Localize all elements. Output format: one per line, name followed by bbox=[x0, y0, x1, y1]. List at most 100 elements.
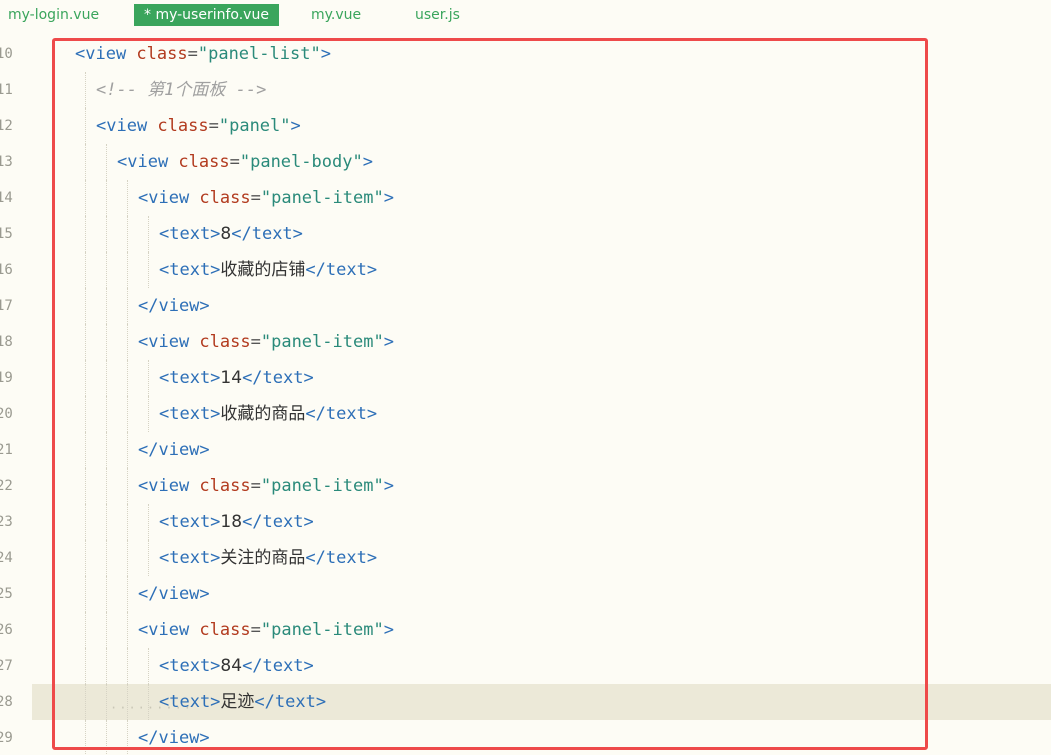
tab-my-login[interactable]: my-login.vue bbox=[8, 4, 99, 26]
code-text: <view class="panel-list"> bbox=[75, 36, 331, 72]
line-number: 28 bbox=[0, 694, 13, 710]
tab-user-js[interactable]: user.js bbox=[415, 4, 460, 26]
token-str: "panel-item" bbox=[260, 188, 384, 208]
token-tag: <view bbox=[138, 332, 200, 352]
token-str: "panel-item" bbox=[260, 332, 384, 352]
code-line[interactable]: 15 <text>8</text> bbox=[0, 216, 1051, 252]
indent-guide bbox=[127, 216, 128, 252]
token-attr: class bbox=[199, 620, 251, 640]
indent-guide bbox=[85, 252, 86, 288]
token-tag: <view bbox=[117, 152, 179, 172]
code-line[interactable]: 12 <view class="panel"> bbox=[0, 108, 1051, 144]
code-text: </view> bbox=[138, 576, 210, 612]
indent-guide bbox=[148, 360, 149, 396]
code-line[interactable]: 13 <view class="panel-body"> bbox=[0, 144, 1051, 180]
code-text: <text>8</text> bbox=[159, 216, 303, 252]
code-line[interactable]: 25 </view> bbox=[0, 576, 1051, 612]
code-text: <text>18</text> bbox=[159, 504, 314, 540]
token-txt: 84 bbox=[220, 656, 243, 676]
code-line[interactable]: 26 <view class="panel-item"> bbox=[0, 612, 1051, 648]
indent-guide bbox=[85, 504, 86, 540]
line-number: 11 bbox=[0, 82, 13, 98]
token-txt: 18 bbox=[220, 512, 243, 532]
indent-guide bbox=[106, 432, 107, 468]
token-tag: <view bbox=[138, 620, 200, 640]
token-tag: <view bbox=[96, 116, 158, 136]
indent-guide bbox=[106, 648, 107, 684]
code-line[interactable]: 11 <!-- 第1个面板 --> bbox=[0, 72, 1051, 108]
code-line[interactable]: 24 <text>关注的商品</text> bbox=[0, 540, 1051, 576]
line-number: 25 bbox=[0, 586, 13, 602]
token-attr: class bbox=[157, 116, 209, 136]
line-number: 16 bbox=[0, 262, 13, 278]
token-eq: = bbox=[229, 152, 240, 172]
indent-guide bbox=[85, 720, 86, 755]
code-text: <text>84</text> bbox=[159, 648, 314, 684]
indent-guide bbox=[85, 396, 86, 432]
indent-guide bbox=[85, 180, 86, 216]
token-attr: class bbox=[136, 44, 188, 64]
code-area[interactable]: 10 <view class="panel-list"> 11 <!-- 第1个面板 … bbox=[0, 36, 1051, 755]
line-number: 29 bbox=[0, 730, 13, 746]
token-str: "panel-list" bbox=[197, 44, 321, 64]
token-eq: = bbox=[208, 116, 219, 136]
code-line[interactable]: 20 <text>收藏的商品</text> bbox=[0, 396, 1051, 432]
token-tag: <text> bbox=[159, 260, 221, 280]
indent-guide bbox=[127, 432, 128, 468]
code-line[interactable]: 18 <view class="panel-item"> bbox=[0, 324, 1051, 360]
indent-guide bbox=[85, 468, 86, 504]
token-tag: > bbox=[383, 620, 394, 640]
token-txt: 8 bbox=[220, 224, 232, 244]
line-number: 21 bbox=[0, 442, 13, 458]
indent-guide bbox=[85, 108, 86, 144]
token-str: "panel-item" bbox=[260, 620, 384, 640]
code-line[interactable]: 14 <view class="panel-item"> bbox=[0, 180, 1051, 216]
token-tag: </text> bbox=[242, 368, 314, 388]
indent-guide bbox=[127, 720, 128, 755]
indent-guide bbox=[127, 504, 128, 540]
indent-guide bbox=[106, 396, 107, 432]
token-tag: > bbox=[362, 152, 373, 172]
tab-my[interactable]: my.vue bbox=[311, 4, 361, 26]
line-number: 12 bbox=[0, 118, 13, 134]
code-text: </view> bbox=[138, 432, 210, 468]
code-line[interactable]: 19 <text>14</text> bbox=[0, 360, 1051, 396]
token-tag: </text> bbox=[242, 656, 314, 676]
token-txt: 收藏的店铺 bbox=[220, 260, 306, 280]
indent-guide bbox=[85, 648, 86, 684]
token-tag: </text> bbox=[254, 692, 327, 712]
token-tag: </text> bbox=[305, 260, 378, 280]
line-number: 17 bbox=[0, 298, 13, 314]
code-line[interactable]: 22 <view class="panel-item"> bbox=[0, 468, 1051, 504]
token-txt: 足迹 bbox=[220, 692, 255, 712]
token-eq: = bbox=[250, 188, 261, 208]
code-line[interactable]: 16 <text>收藏的店铺</text> bbox=[0, 252, 1051, 288]
indent-guide bbox=[148, 648, 149, 684]
code-line[interactable]: 27 <text>84</text> bbox=[0, 648, 1051, 684]
code-text: <text>14</text> bbox=[159, 360, 314, 396]
token-cmt: <!-- 第1个面板 --> bbox=[96, 80, 267, 100]
indent-guide bbox=[127, 324, 128, 360]
indent-guide bbox=[85, 612, 86, 648]
code-text: </view> bbox=[138, 288, 210, 324]
line-number: 14 bbox=[0, 190, 13, 206]
code-line[interactable]: 29 </view> bbox=[0, 720, 1051, 755]
token-tag: <view bbox=[75, 44, 137, 64]
code-line[interactable]: 21 </view> bbox=[0, 432, 1051, 468]
indent-guide bbox=[106, 468, 107, 504]
code-line[interactable]: 10 <view class="panel-list"> bbox=[0, 36, 1051, 72]
tab-my-userinfo[interactable]: * my-userinfo.vue bbox=[134, 4, 279, 26]
indent-guide bbox=[85, 324, 86, 360]
indent-guide bbox=[106, 360, 107, 396]
indent-guide bbox=[106, 540, 107, 576]
line-number: 20 bbox=[0, 406, 13, 422]
indent-guide bbox=[106, 216, 107, 252]
token-tag: </text> bbox=[305, 404, 378, 424]
line-number: 23 bbox=[0, 514, 13, 530]
token-attr: class bbox=[199, 476, 251, 496]
code-line[interactable]: 23 <text>18</text> bbox=[0, 504, 1051, 540]
indent-guide bbox=[85, 72, 86, 108]
code-line[interactable]: 17 </view> bbox=[0, 288, 1051, 324]
code-line-current[interactable]: 28 <text>足迹</text> ········· bbox=[0, 684, 1051, 720]
code-editor[interactable]: my-login.vue * my-userinfo.vue my.vue us… bbox=[0, 0, 1051, 755]
